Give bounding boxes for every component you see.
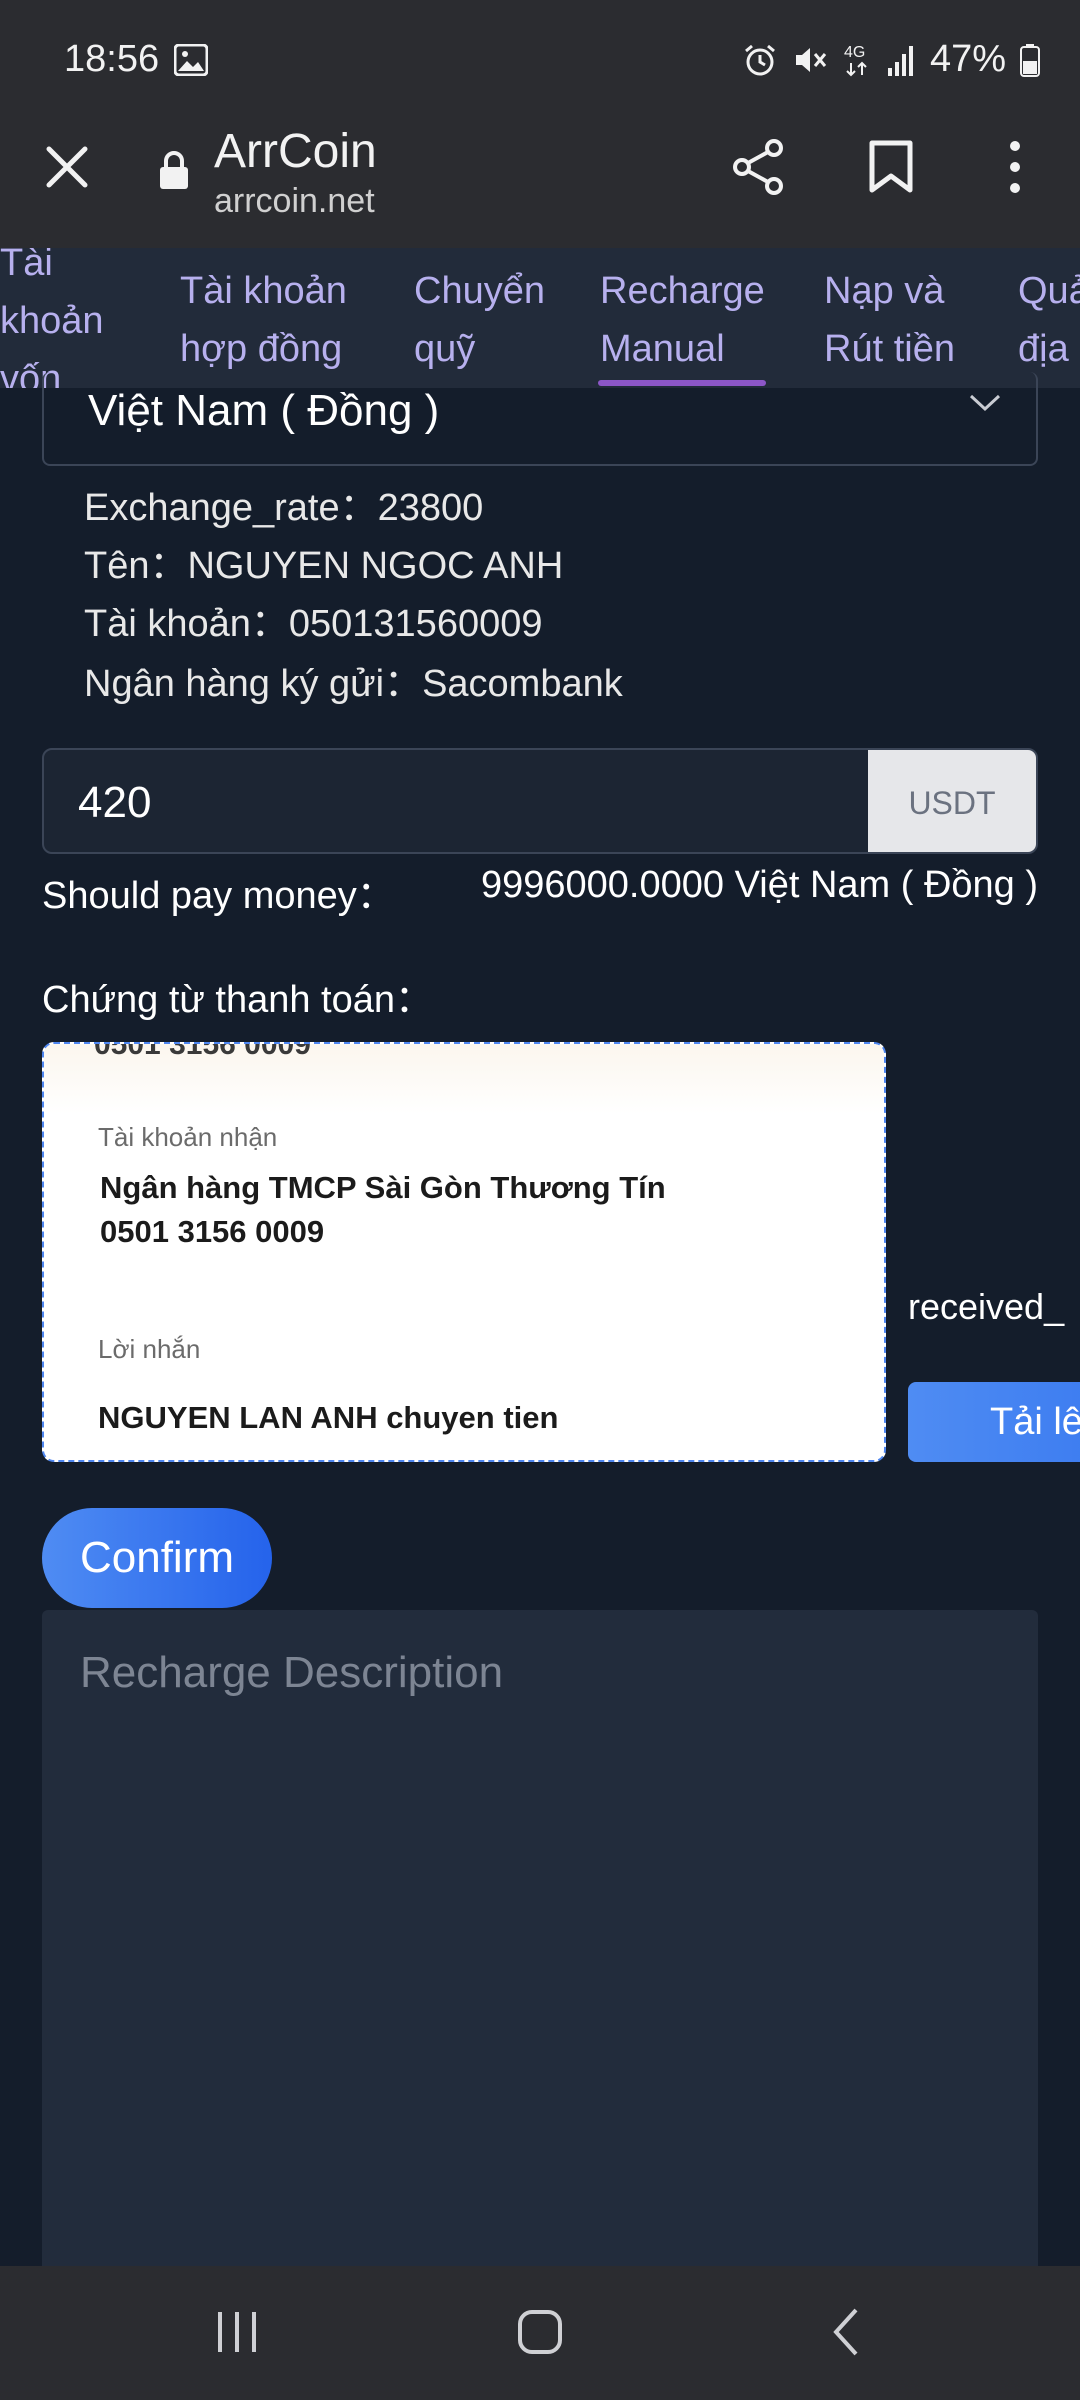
chevron-down-icon bbox=[969, 394, 1001, 412]
amount-unit: USDT bbox=[868, 750, 1036, 852]
tab-label: quỹ bbox=[414, 328, 476, 370]
payment-voucher-upload[interactable]: 0501 3156 0009 Tài khoản nhận Ngân hàng … bbox=[42, 1042, 886, 1462]
bookmark-icon[interactable] bbox=[868, 140, 914, 194]
receipt-receiver-bank: Ngân hàng TMCP Sài Gòn Thương Tín bbox=[100, 1170, 666, 1205]
lock-icon bbox=[160, 151, 188, 189]
tab-quan-ly-dia-chi[interactable]: Quả địa bbox=[1018, 262, 1080, 378]
confirm-button[interactable]: Confirm bbox=[42, 1508, 272, 1608]
tab-label: địa bbox=[1018, 328, 1069, 370]
tab-label: Chuyển bbox=[414, 270, 545, 312]
account-number-text: Tài khoản：050131560009 bbox=[84, 603, 543, 645]
recharge-description-input[interactable]: Recharge Description bbox=[42, 1610, 1038, 2270]
svg-text:4G: 4G bbox=[844, 44, 865, 61]
upload-button[interactable]: Tải lê bbox=[908, 1382, 1080, 1462]
battery-icon bbox=[1020, 43, 1040, 77]
status-bar: 18:56 4G 47% bbox=[0, 0, 1080, 124]
browser-toolbar: ArrCoin arrcoin.net bbox=[0, 124, 1080, 248]
4g-icon: 4G bbox=[844, 44, 867, 76]
bank-name-text: Ngân hàng ký gửi：Sacombank bbox=[84, 663, 623, 705]
tab-label: hợp đồng bbox=[180, 328, 343, 370]
tab-label: Recharge bbox=[600, 270, 765, 312]
recent-apps-icon[interactable] bbox=[214, 2304, 260, 2360]
more-options-icon[interactable] bbox=[1000, 138, 1030, 196]
tab-label: Rút tiền bbox=[824, 328, 955, 370]
description-placeholder: Recharge Description bbox=[80, 1648, 504, 1697]
tab-recharge-manual[interactable]: Recharge Manual bbox=[600, 262, 765, 378]
site-title: ArrCoin bbox=[214, 125, 377, 178]
tab-tai-khoan-von[interactable]: Tài khoản vốn bbox=[0, 248, 104, 388]
amount-value: 420 bbox=[78, 778, 152, 827]
receipt-cut-text: 0501 3156 0009 bbox=[94, 1042, 311, 1061]
receipt-receiver-label: Tài khoản nhận bbox=[98, 1122, 278, 1152]
account-name-text: Tên：NGUYEN NGOC ANH bbox=[84, 545, 564, 587]
receipt-receiver-account: 0501 3156 0009 bbox=[100, 1214, 325, 1249]
exchange-rate-text: Exchange_rate：23800 bbox=[84, 487, 484, 529]
tab-chuyen-quy[interactable]: Chuyển quỹ bbox=[414, 262, 545, 378]
alarm-icon bbox=[744, 44, 775, 75]
receipt-message: NGUYEN LAN ANH chuyen tien bbox=[98, 1400, 559, 1435]
home-icon[interactable] bbox=[516, 2304, 564, 2360]
should-pay-label: Should pay money： bbox=[42, 875, 395, 917]
tab-label: Tài khoản bbox=[180, 270, 347, 312]
tab-tai-khoan-hop-dong[interactable]: Tài khoản hợp đồng bbox=[180, 262, 347, 378]
currency-select[interactable]: Việt Nam ( Đồng ) bbox=[42, 372, 1038, 466]
mute-icon bbox=[795, 47, 827, 72]
battery-percent: 47% bbox=[929, 38, 1006, 80]
site-url[interactable]: arrcoin.net bbox=[214, 182, 375, 221]
tab-label: Quả bbox=[1018, 270, 1080, 312]
status-time: 18:56 bbox=[64, 38, 160, 80]
currency-selected-value: Việt Nam ( Đồng ) bbox=[88, 386, 440, 435]
tab-label: Nạp và bbox=[824, 270, 945, 312]
gallery-icon bbox=[174, 44, 208, 76]
uploaded-filename: received_ bbox=[908, 1286, 1065, 1327]
tab-label: Manual bbox=[600, 328, 725, 370]
receipt-message-label: Lời nhắn bbox=[98, 1334, 201, 1364]
signal-icon bbox=[887, 45, 913, 76]
account-tabs: Tài khoản vốn Tài khoản hợp đồng Chuyển … bbox=[0, 248, 1080, 388]
payment-voucher-label: Chứng từ thanh toán： bbox=[42, 979, 434, 1021]
tab-nap-va-rut-tien[interactable]: Nạp và Rút tiền bbox=[824, 262, 955, 378]
system-nav-bar bbox=[0, 2266, 1080, 2400]
should-pay-value: 9996000.0000 Việt Nam ( Đồng ) bbox=[481, 864, 1038, 906]
close-icon[interactable] bbox=[44, 144, 90, 190]
tab-label: Tài bbox=[0, 248, 53, 284]
amount-input[interactable]: 420 USDT bbox=[42, 748, 1038, 854]
back-icon[interactable] bbox=[826, 2304, 866, 2360]
share-icon[interactable] bbox=[730, 138, 788, 196]
tab-label: khoản bbox=[0, 300, 104, 342]
